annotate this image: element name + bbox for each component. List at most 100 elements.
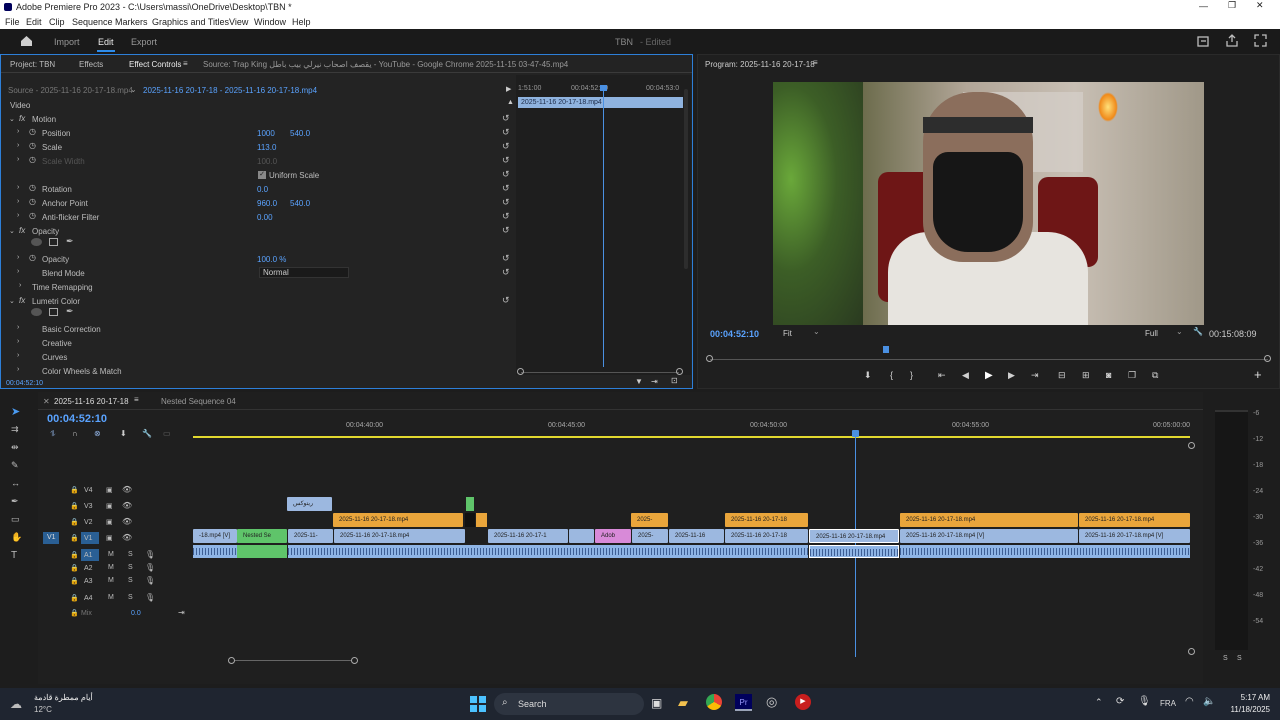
clip-v1[interactable]: 2025- xyxy=(632,529,668,543)
expand-arrow-icon[interactable]: › xyxy=(17,212,19,219)
expand-arrow-icon[interactable]: › xyxy=(17,268,19,275)
volume-icon[interactable]: 🔈 xyxy=(1203,696,1215,707)
stopwatch-icon[interactable]: ◷ xyxy=(29,211,36,220)
home-icon[interactable] xyxy=(20,35,33,47)
effect-row[interactable]: ⌄ fx Motion ↺ xyxy=(1,112,516,126)
eye-icon[interactable]: 👁 xyxy=(122,485,132,494)
collapse-arrow-icon[interactable]: ⌄ xyxy=(9,227,15,235)
reset-icon[interactable]: ↺ xyxy=(502,183,510,194)
mic-icon[interactable]: 🎙 xyxy=(145,563,155,572)
monitor-menu-icon[interactable]: ≡ xyxy=(813,58,818,67)
tab-import[interactable]: Import xyxy=(54,37,80,47)
close-icon[interactable]: ✕ xyxy=(1256,0,1264,11)
weather-text[interactable]: أيام ممطرة قادمة xyxy=(34,693,93,702)
language-indicator[interactable]: FRA xyxy=(1160,699,1176,708)
solo-button[interactable]: S xyxy=(128,594,133,601)
compare-icon[interactable]: ❐ xyxy=(1128,370,1136,381)
ec-timecode[interactable]: 00:04:52:10 xyxy=(6,380,43,387)
fx-icon[interactable]: fx xyxy=(19,114,25,123)
ec-playhead-handle[interactable] xyxy=(600,85,607,91)
property-value-2[interactable]: 540.0 xyxy=(290,129,310,138)
lock-icon[interactable]: 🔒 xyxy=(70,564,79,572)
expand-arrow-icon[interactable]: › xyxy=(17,254,19,261)
audio-clip-a1-selected[interactable] xyxy=(809,545,899,558)
clip-v2[interactable]: 2025-11-16 20-17-18.mp4 xyxy=(900,513,1078,527)
ellipse-mask-icon[interactable] xyxy=(31,238,42,246)
sequence-menu-icon[interactable]: ≡ xyxy=(134,395,139,404)
ripple-edit-icon[interactable]: ⇹ xyxy=(11,442,19,453)
effect-row[interactable]: ✓ Uniform Scale ↺ xyxy=(1,168,516,182)
play-only-icon[interactable]: ▶ xyxy=(506,85,511,93)
v-scroll-bottom[interactable] xyxy=(1188,648,1195,655)
effect-row[interactable]: › Color Wheels & Match xyxy=(1,364,516,378)
clock-time[interactable]: 5:17 AM xyxy=(1226,693,1270,702)
tab-effect-controls[interactable]: Effect Controls xyxy=(129,60,181,69)
stopwatch-icon[interactable]: ◷ xyxy=(29,155,36,164)
share-icon[interactable] xyxy=(1226,34,1238,47)
reset-icon[interactable]: ↺ xyxy=(502,253,510,264)
timeline-ruler[interactable]: 00:04:40:00 00:04:45:00 00:04:50:00 00:0… xyxy=(193,416,1190,440)
mute-button[interactable]: M xyxy=(108,594,114,601)
stopwatch-icon[interactable]: ◷ xyxy=(29,127,36,136)
expand-arrow-icon[interactable]: › xyxy=(17,142,19,149)
effect-row[interactable]: › ◷ Scale 113.0 ↺ xyxy=(1,140,516,154)
collapse-arrow-icon[interactable]: ⌄ xyxy=(9,115,15,123)
nest-icon[interactable]: ⥮ xyxy=(50,429,56,439)
windows-start-icon[interactable] xyxy=(470,696,486,712)
clip-v1[interactable]: 2025-11-16 20-17-18.mp4 xyxy=(334,529,465,543)
step-forward-icon[interactable]: ▶ xyxy=(1008,370,1015,381)
play-icon[interactable]: ▶ xyxy=(985,370,993,381)
clip-v1[interactable]: 2025-11-16 20-17-1 xyxy=(488,529,568,543)
snap-icon[interactable]: ∩ xyxy=(72,429,78,438)
checkbox[interactable]: ✓ xyxy=(258,171,266,179)
solo-button[interactable]: S xyxy=(128,551,133,558)
film-icon[interactable]: ▣ xyxy=(106,518,113,526)
maximize-icon[interactable]: ❐ xyxy=(1228,0,1236,11)
audio-clip-a1[interactable] xyxy=(237,545,287,558)
expand-arrow-icon[interactable]: › xyxy=(17,156,19,163)
timeline-playhead-handle[interactable] xyxy=(852,430,859,437)
expand-arrow-icon[interactable]: › xyxy=(17,198,19,205)
reset-icon[interactable]: ↺ xyxy=(502,225,510,236)
solo-right[interactable]: S xyxy=(1237,655,1242,662)
effect-row[interactable]: ⌄ fx Lumetri Color ✒ ↺ xyxy=(1,294,516,316)
menu-file[interactable]: File xyxy=(5,17,20,27)
chevron-down-icon[interactable]: ⌄ xyxy=(130,85,137,94)
track-label[interactable]: V4 xyxy=(84,487,93,494)
lock-icon[interactable]: 🔒 xyxy=(70,551,79,559)
fit-dropdown[interactable]: Fit xyxy=(783,329,792,338)
film-icon[interactable]: ▣ xyxy=(106,534,113,542)
task-view-icon[interactable]: ▣ xyxy=(651,696,662,710)
export-frame-icon[interactable]: ⊡ xyxy=(671,376,678,385)
effect-row[interactable]: › ◷ Rotation 0.0 ↺ xyxy=(1,182,516,196)
clip-v1[interactable]: 2025-11- xyxy=(288,529,333,543)
effect-row[interactable]: › Time Remapping xyxy=(1,280,516,294)
reset-icon[interactable]: ↺ xyxy=(502,155,510,166)
track-label[interactable]: A4 xyxy=(84,595,93,602)
clip-v2-small[interactable] xyxy=(476,513,487,527)
expand-arrow-icon[interactable]: › xyxy=(19,282,21,289)
add-marker-icon[interactable]: ⬇ xyxy=(864,370,872,381)
mic-icon[interactable]: 🎙 xyxy=(145,576,155,585)
panel-menu-icon[interactable]: ≡ xyxy=(183,59,188,68)
timeline-settings-icon[interactable]: 🔧 xyxy=(142,429,152,438)
rectangle-mask-icon[interactable] xyxy=(49,308,58,316)
h-scroll-right[interactable] xyxy=(351,657,358,664)
pen-icon[interactable]: ✒ xyxy=(11,496,19,507)
mute-button[interactable]: M xyxy=(108,564,114,571)
add-marker-icon[interactable]: ⬇ xyxy=(120,429,127,438)
extract-icon[interactable]: ⊞ xyxy=(1082,370,1090,381)
chevron-down-icon[interactable]: ⌄ xyxy=(813,327,820,336)
zoom-handle-left[interactable] xyxy=(706,355,713,362)
lock-icon[interactable]: 🔒 xyxy=(70,518,79,526)
solo-left[interactable]: S xyxy=(1223,655,1228,662)
source-patch-v1[interactable]: V1 xyxy=(43,532,59,544)
effect-row[interactable]: › Creative xyxy=(1,336,516,350)
clip-v2[interactable]: 2025-11-16 20-17-18.mp4 xyxy=(1079,513,1190,527)
clip-v1[interactable]: -18.mp4 [V] xyxy=(193,529,237,543)
mix-end-icon[interactable]: ⇥ xyxy=(178,608,185,617)
video-frame[interactable] xyxy=(773,82,1204,325)
clip-v2[interactable]: 2025-11-16 20-17-18.mp4 xyxy=(333,513,463,527)
menu-edit[interactable]: Edit xyxy=(26,17,42,27)
type-tool-icon[interactable]: T xyxy=(11,550,17,561)
